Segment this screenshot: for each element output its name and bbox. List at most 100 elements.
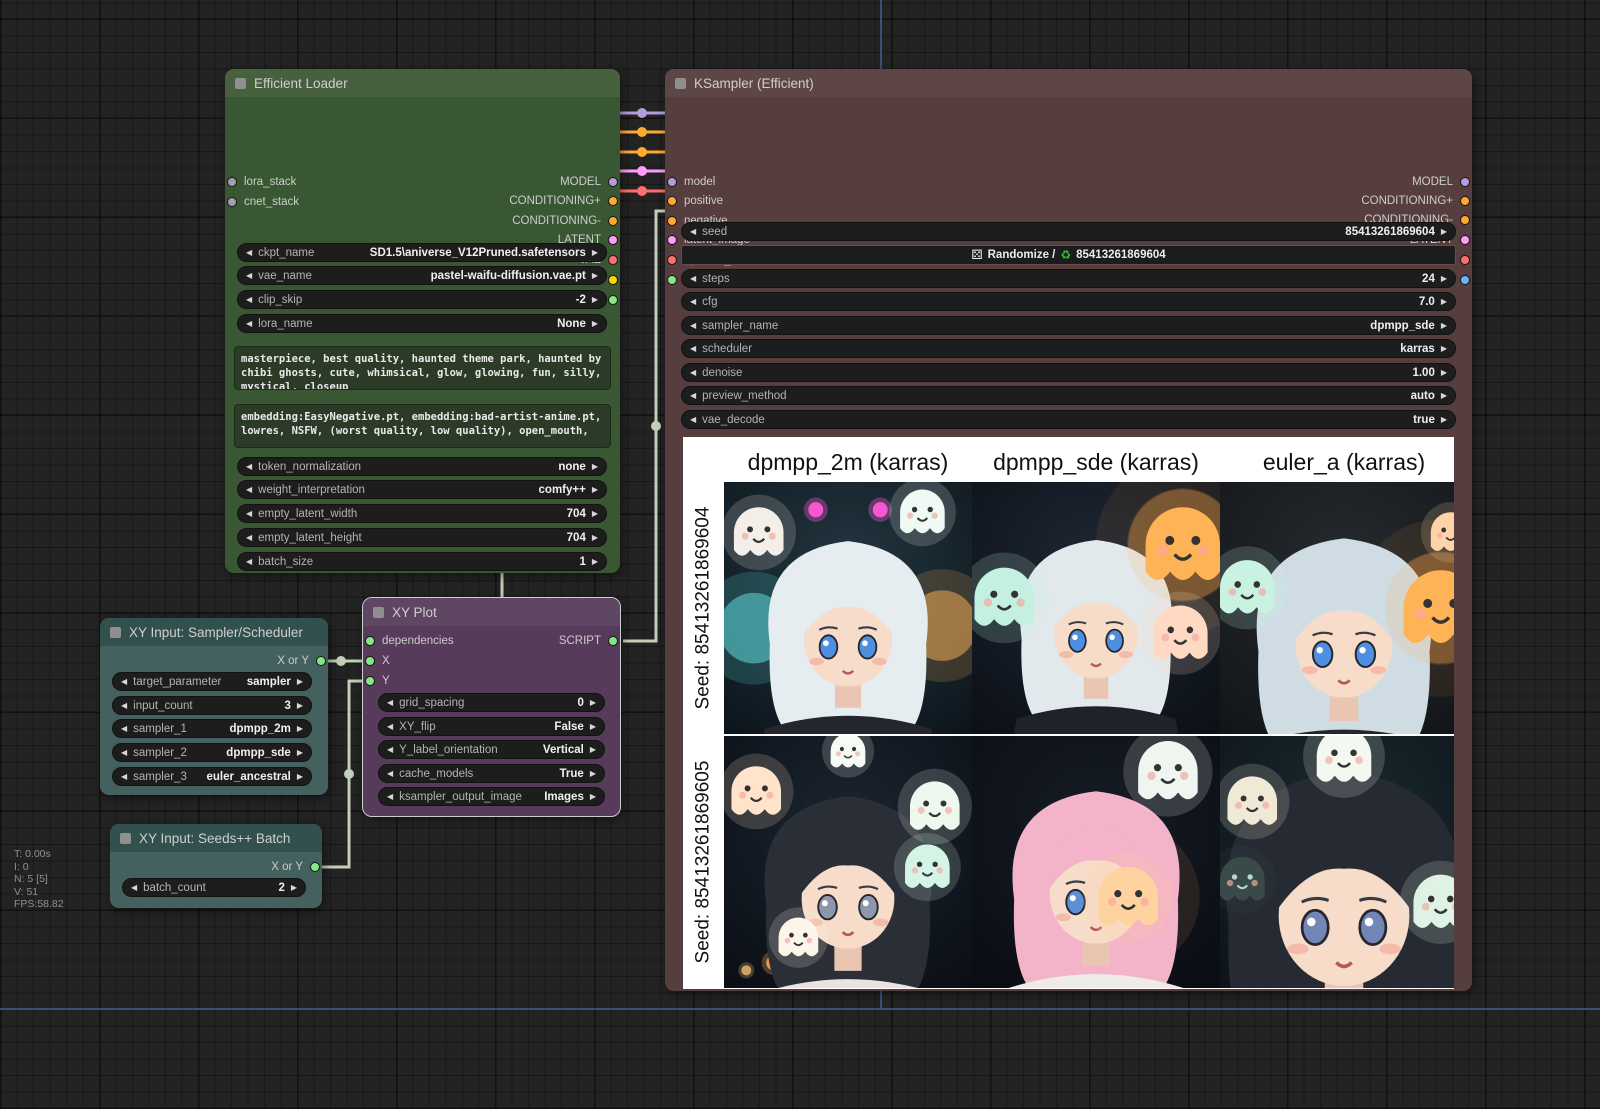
increment-arrow-icon[interactable]: ▶ (592, 557, 598, 566)
increment-arrow-icon[interactable]: ▶ (297, 677, 303, 686)
port-dot[interactable] (1460, 255, 1470, 265)
increment-arrow-icon[interactable]: ▶ (592, 271, 598, 280)
collapse-box-icon[interactable] (373, 607, 384, 618)
xy-plot-preview-image[interactable]: dpmpp_2m (karras) dpmpp_sde (karras) eul… (683, 437, 1454, 989)
increment-arrow-icon[interactable]: ▶ (291, 883, 297, 892)
port-dot[interactable] (667, 255, 677, 265)
collapse-box-icon[interactable] (675, 78, 686, 89)
port-dot[interactable] (667, 177, 677, 187)
increment-arrow-icon[interactable]: ▶ (592, 248, 598, 257)
lora-name-widget[interactable]: ◀ lora_name None ▶ (237, 314, 607, 333)
port-dot[interactable] (608, 177, 618, 187)
output-model[interactable]: MODEL (560, 175, 618, 189)
ksampler-output-image-widget[interactable]: ◀ ksampler_output_image Images ▶ (378, 787, 605, 806)
increment-arrow-icon[interactable]: ▶ (1441, 274, 1447, 283)
node-title-bar[interactable]: Efficient Loader (225, 69, 620, 97)
port-dot[interactable] (365, 636, 375, 646)
increment-arrow-icon[interactable]: ▶ (1441, 344, 1447, 353)
decrement-arrow-icon[interactable]: ◀ (690, 227, 696, 236)
increment-arrow-icon[interactable]: ▶ (592, 533, 598, 542)
node-title-bar[interactable]: XY Input: Seeds++ Batch (110, 824, 322, 852)
port-dot[interactable] (227, 177, 237, 187)
decrement-arrow-icon[interactable]: ◀ (246, 509, 252, 518)
increment-arrow-icon[interactable]: ▶ (590, 722, 596, 731)
increment-arrow-icon[interactable]: ▶ (297, 724, 303, 733)
decrement-arrow-icon[interactable]: ◀ (121, 701, 127, 710)
output-x-or-y[interactable]: X or Y (277, 654, 326, 668)
port-dot[interactable] (365, 676, 375, 686)
decrement-arrow-icon[interactable]: ◀ (387, 792, 393, 801)
weight-interpretation-widget[interactable]: ◀ weight_interpretation comfy++ ▶ (237, 480, 607, 499)
positive-prompt-textarea[interactable]: masterpiece, best quality, haunted theme… (234, 346, 611, 390)
decrement-arrow-icon[interactable]: ◀ (387, 769, 393, 778)
node-title-bar[interactable]: XY Plot (363, 598, 620, 626)
increment-arrow-icon[interactable]: ▶ (590, 792, 596, 801)
decrement-arrow-icon[interactable]: ◀ (690, 297, 696, 306)
output-model[interactable]: MODEL (1412, 175, 1470, 189)
preview-method-widget[interactable]: ◀ preview_method auto ▶ (681, 386, 1456, 405)
increment-arrow-icon[interactable]: ▶ (297, 701, 303, 710)
increment-arrow-icon[interactable]: ▶ (590, 745, 596, 754)
port-dot[interactable] (608, 636, 618, 646)
decrement-arrow-icon[interactable]: ◀ (690, 344, 696, 353)
decrement-arrow-icon[interactable]: ◀ (690, 415, 696, 424)
port-dot[interactable] (667, 216, 677, 226)
decrement-arrow-icon[interactable]: ◀ (387, 722, 393, 731)
decrement-arrow-icon[interactable]: ◀ (246, 557, 252, 566)
sampler-3-widget[interactable]: ◀ sampler_3 euler_ancestral ▶ (112, 767, 312, 786)
port-dot[interactable] (316, 656, 326, 666)
increment-arrow-icon[interactable]: ▶ (1441, 415, 1447, 424)
port-dot[interactable] (608, 295, 618, 305)
port-dot[interactable] (310, 862, 320, 872)
denoise-widget[interactable]: ◀ denoise 1.00 ▶ (681, 363, 1456, 382)
batch-size-widget[interactable]: ◀ batch_size 1 ▶ (237, 552, 607, 571)
y-label-orientation-widget[interactable]: ◀ Y_label_orientation Vertical ▶ (378, 740, 605, 759)
port-dot[interactable] (1460, 235, 1470, 245)
output-conditioning-minus[interactable]: CONDITIONING- (512, 214, 618, 228)
batch-count-widget[interactable]: ◀ batch_count 2 ▶ (122, 878, 306, 897)
increment-arrow-icon[interactable]: ▶ (592, 509, 598, 518)
input-x[interactable]: X (365, 654, 390, 668)
output-conditioning-plus[interactable]: CONDITIONING+ (509, 194, 618, 208)
input-dependencies[interactable]: dependencies (365, 634, 454, 648)
decrement-arrow-icon[interactable]: ◀ (121, 748, 127, 757)
node-xy-input-seeds-batch[interactable]: XY Input: Seeds++ Batch X or Y ◀ batch_c… (110, 824, 322, 908)
decrement-arrow-icon[interactable]: ◀ (246, 533, 252, 542)
target-parameter-widget[interactable]: ◀ target_parameter sampler ▶ (112, 672, 312, 691)
port-dot[interactable] (1460, 215, 1470, 225)
port-dot[interactable] (227, 197, 237, 207)
port-dot[interactable] (667, 275, 677, 285)
increment-arrow-icon[interactable]: ▶ (590, 769, 596, 778)
increment-arrow-icon[interactable]: ▶ (592, 485, 598, 494)
decrement-arrow-icon[interactable]: ◀ (246, 462, 252, 471)
increment-arrow-icon[interactable]: ▶ (592, 295, 598, 304)
node-efficient-loader[interactable]: Efficient Loader lora_stack cnet_stack M… (225, 69, 620, 573)
input-y[interactable]: Y (365, 674, 390, 688)
collapse-box-icon[interactable] (120, 833, 131, 844)
ckpt-name-widget[interactable]: ◀ ckpt_name SD1.5\aniverse_V12Pruned.saf… (237, 243, 607, 262)
decrement-arrow-icon[interactable]: ◀ (246, 295, 252, 304)
decrement-arrow-icon[interactable]: ◀ (246, 248, 252, 257)
input-cnet-stack[interactable]: cnet_stack (227, 195, 299, 209)
output-script[interactable]: SCRIPT (559, 634, 618, 648)
xy-flip-widget[interactable]: ◀ XY_flip False ▶ (378, 717, 605, 736)
port-dot[interactable] (365, 656, 375, 666)
decrement-arrow-icon[interactable]: ◀ (131, 883, 137, 892)
seed-widget[interactable]: ◀ seed 85413261869604 ▶ (681, 222, 1456, 241)
decrement-arrow-icon[interactable]: ◀ (121, 677, 127, 686)
increment-arrow-icon[interactable]: ▶ (297, 748, 303, 757)
increment-arrow-icon[interactable]: ▶ (297, 772, 303, 781)
port-dot[interactable] (608, 196, 618, 206)
decrement-arrow-icon[interactable]: ◀ (387, 698, 393, 707)
grid-spacing-widget[interactable]: ◀ grid_spacing 0 ▶ (378, 693, 605, 712)
sampler-1-widget[interactable]: ◀ sampler_1 dpmpp_2m ▶ (112, 719, 312, 738)
cfg-widget[interactable]: ◀ cfg 7.0 ▶ (681, 292, 1456, 311)
sampler-2-widget[interactable]: ◀ sampler_2 dpmpp_sde ▶ (112, 743, 312, 762)
port-dot[interactable] (667, 235, 677, 245)
decrement-arrow-icon[interactable]: ◀ (387, 745, 393, 754)
output-conditioning-plus[interactable]: CONDITIONING+ (1361, 194, 1470, 208)
decrement-arrow-icon[interactable]: ◀ (121, 724, 127, 733)
node-xy-input-sampler-scheduler[interactable]: XY Input: Sampler/Scheduler X or Y ◀ tar… (100, 618, 328, 795)
increment-arrow-icon[interactable]: ▶ (1441, 321, 1447, 330)
token-normalization-widget[interactable]: ◀ token_normalization none ▶ (237, 457, 607, 476)
